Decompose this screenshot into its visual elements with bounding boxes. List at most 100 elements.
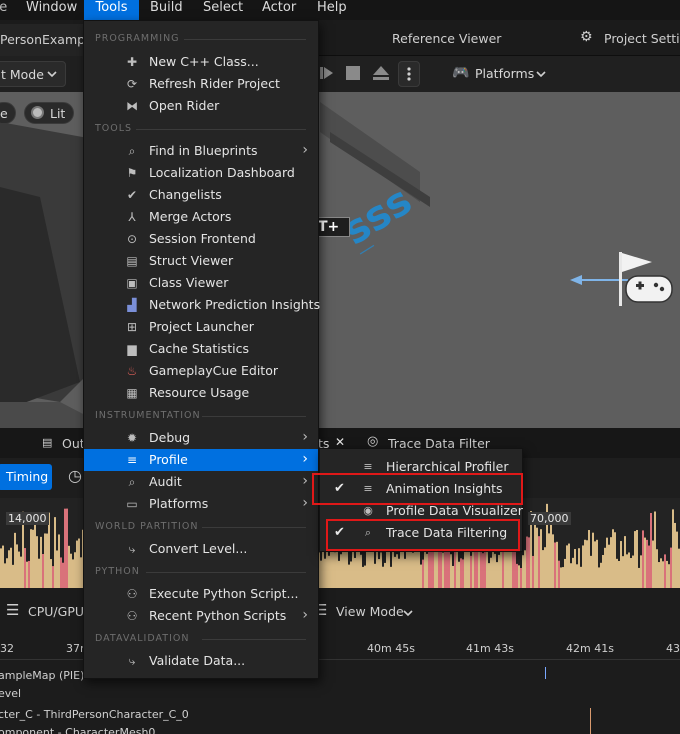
- skip-frame-button[interactable]: [320, 66, 333, 80]
- menu-item-struct-viewer[interactable]: ▤ Struct Viewer: [84, 250, 318, 272]
- frame-bar: [44, 533, 46, 588]
- gamepad-icon: 🎮: [452, 65, 470, 81]
- frame-bar: [640, 555, 642, 588]
- track-row-label: ampleMap (PIE): [0, 669, 85, 682]
- output-tab[interactable]: Out: [62, 436, 85, 451]
- menu-item-recent-python-scripts[interactable]: ⚇ Recent Python Scripts ›: [84, 605, 318, 627]
- frame-bar: [516, 563, 518, 588]
- frame-bar: [38, 558, 40, 588]
- menu-icon[interactable]: ☰: [6, 601, 19, 619]
- flag-gamepad-icon: [619, 252, 673, 306]
- project-settings-tab[interactable]: Project Settin: [604, 31, 680, 46]
- view-mode-dropdown[interactable]: View Mode: [336, 604, 404, 619]
- text-render-actor-icon[interactable]: T+: [314, 217, 350, 237]
- track-row[interactable]: omponent - CharacterMesh0: [0, 724, 680, 734]
- frame-bar: [560, 567, 562, 588]
- section-world-partition: WORLD PARTITION: [95, 521, 199, 532]
- menu-item-open-rider[interactable]: ⧓ Open Rider: [84, 95, 318, 117]
- menu-item-label: Profile: [149, 452, 188, 467]
- frame-bar: [466, 548, 468, 588]
- frame-bar: [42, 553, 44, 588]
- frame-bar: [18, 551, 20, 588]
- frame-bar: [382, 566, 384, 588]
- menu-item-resource-usage[interactable]: ▦ Resource Usage: [84, 382, 318, 404]
- menu-item-debug[interactable]: ✹ Debug ›: [84, 427, 318, 449]
- cpu-gpu-toggle[interactable]: CPU/GPU: [28, 604, 84, 619]
- menu-item-platforms[interactable]: ▭ Platforms ›: [84, 493, 318, 515]
- level-tab-label: PersonExample: [0, 32, 97, 47]
- frame-bar: [528, 537, 530, 588]
- frame-bar: [638, 567, 640, 588]
- menu-file[interactable]: ile: [0, 0, 20, 20]
- frame-bar: [350, 561, 352, 588]
- reference-viewer-tab[interactable]: Reference Viewer: [392, 31, 501, 46]
- menu-item-network-prediction-insights[interactable]: ▟ Network Prediction Insights: [84, 294, 320, 316]
- time-marker: [545, 667, 546, 679]
- menu-item-gameplaycue-editor[interactable]: ♨ GameplayCue Editor: [84, 360, 318, 382]
- stop-button[interactable]: [346, 66, 360, 80]
- frame-bar: [612, 529, 614, 588]
- mode-dropdown[interactable]: t Mode: [0, 61, 66, 87]
- menu-item-new-cpp-class[interactable]: ✚ New C++ Class...: [84, 51, 318, 73]
- frame-bar: [24, 548, 26, 588]
- menu-item-merge-actors[interactable]: ⅄ Merge Actors: [84, 206, 318, 228]
- frame-bar: [646, 539, 648, 588]
- frame-bar: [412, 552, 414, 588]
- menu-item-label: Struct Viewer: [149, 253, 234, 268]
- frame-bar: [542, 550, 544, 588]
- frame-bar: [68, 545, 70, 588]
- menu-item-localization-dashboard[interactable]: ⚑ Localization Dashboard: [84, 162, 318, 184]
- frame-bar: [636, 530, 638, 588]
- eject-button[interactable]: [372, 65, 390, 84]
- player-start-icon[interactable]: [616, 250, 676, 310]
- menu-item-class-viewer[interactable]: ▣ Class Viewer: [84, 272, 318, 294]
- frame-bar: [608, 544, 610, 588]
- menu-window[interactable]: Window: [26, 0, 77, 20]
- timing-button[interactable]: Timing: [0, 464, 52, 490]
- menu-item-refresh-rider[interactable]: ⟳ Refresh Rider Project: [84, 73, 318, 95]
- flame-icon: ♨: [126, 364, 138, 378]
- menu-item-session-frontend[interactable]: ⊙ Session Frontend: [84, 228, 318, 250]
- menu-select[interactable]: Select: [203, 0, 248, 20]
- menu-item-label: Profile Data Visualizer: [386, 503, 523, 518]
- menu-item-validate-data[interactable]: ⤷ Validate Data...: [84, 650, 318, 672]
- track-row[interactable]: evel: [0, 685, 680, 703]
- frame-bar: [74, 552, 76, 588]
- chevron-down-icon: [403, 610, 413, 617]
- frame-bar: [654, 511, 656, 588]
- menu-item-audit[interactable]: ⌕ Audit ›: [84, 471, 318, 493]
- menu-item-convert-level[interactable]: ⤷ Convert Level...: [84, 538, 318, 560]
- menu-item-find-in-blueprints[interactable]: ⌕ Find in Blueprints ›: [84, 140, 318, 162]
- frame-bar: [394, 556, 396, 588]
- lit-label: Lit: [50, 106, 66, 121]
- menu-item-changelists[interactable]: ✔ Changelists: [84, 184, 318, 206]
- menu-item-label: Cache Statistics: [149, 341, 249, 356]
- menu-item-project-launcher[interactable]: ⊞ Project Launcher: [84, 316, 318, 338]
- menu-build[interactable]: Build: [150, 0, 190, 20]
- track-row[interactable]: cter_C - ThirdPersonCharacter_C_0: [0, 706, 680, 724]
- frame-bar: [358, 547, 360, 588]
- close-icon[interactable]: ✕: [335, 435, 345, 449]
- frame-bar: [30, 529, 32, 588]
- menu-item-label: Refresh Rider Project: [149, 76, 280, 91]
- frame-bar: [404, 558, 406, 588]
- audit-icon: ⌕: [128, 475, 136, 489]
- graph-label-70000: 70,000: [528, 512, 571, 525]
- frame-bar: [52, 566, 54, 588]
- platforms-dropdown[interactable]: 🎮 Platforms: [450, 61, 550, 87]
- skip-icon: [320, 67, 333, 79]
- menu-tools[interactable]: Tools: [84, 0, 139, 20]
- frame-bar: [550, 514, 552, 588]
- more-options-button[interactable]: [398, 61, 420, 87]
- frame-bar: [518, 565, 520, 588]
- menu-help[interactable]: Help: [317, 0, 352, 20]
- new-class-icon: ✚: [126, 55, 138, 69]
- menu-item-cache-statistics[interactable]: ▆ Cache Statistics: [84, 338, 318, 360]
- menu-item-profile[interactable]: ≡ Profile ›: [84, 449, 318, 471]
- menu-item-execute-python-script[interactable]: ⚇ Execute Python Script...: [84, 583, 318, 605]
- lit-mode-button[interactable]: Lit: [24, 102, 74, 124]
- menu-actor[interactable]: Actor: [262, 0, 302, 20]
- menu-item-label: Validate Data...: [149, 653, 246, 668]
- chevron-down-icon: [47, 71, 57, 78]
- struct-icon: ▤: [126, 254, 138, 268]
